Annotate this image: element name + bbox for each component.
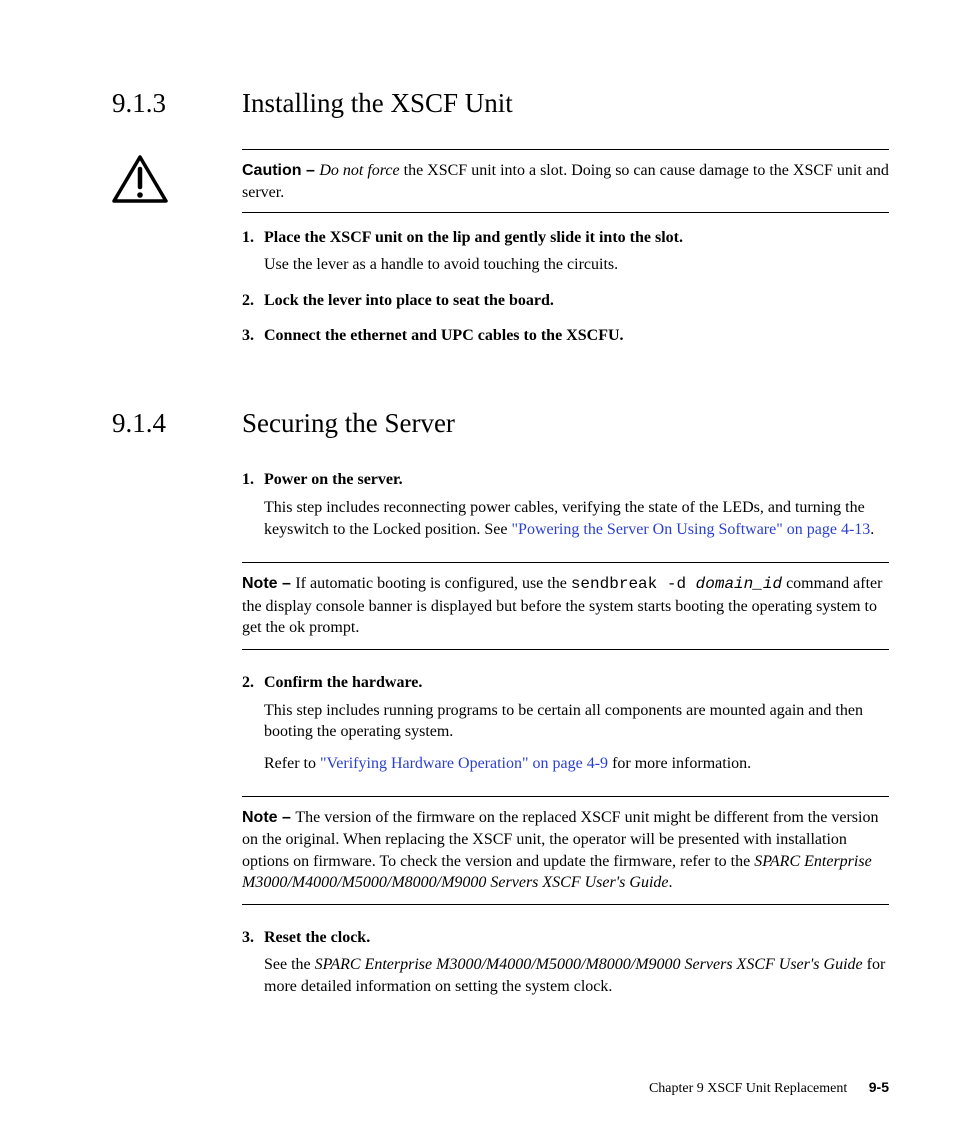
step-number: 1.	[242, 469, 254, 491]
note-label: Note –	[242, 575, 295, 592]
caution-icon	[112, 155, 168, 210]
step-text: See the	[264, 956, 315, 973]
step-title: Reset the clock.	[264, 929, 370, 946]
step-text-after: .	[870, 521, 874, 538]
step-number: 3.	[242, 927, 254, 949]
steps-914: 1. Power on the server. This step includ…	[242, 469, 889, 997]
caution-block: Caution – Do not force the XSCF unit int…	[112, 149, 889, 212]
note-label: Note –	[242, 809, 295, 826]
step-3: 3. Reset the clock.	[242, 927, 889, 949]
section-heading-913: 9.1.3 Installing the XSCF Unit	[112, 85, 889, 121]
document-reference: SPARC Enterprise M3000/M4000/M5000/M8000…	[315, 956, 863, 973]
caution-text-box: Caution – Do not force the XSCF unit int…	[242, 149, 889, 212]
cross-reference-link[interactable]: "Verifying Hardware Operation" on page 4…	[320, 755, 608, 772]
section-number: 9.1.3	[112, 85, 242, 121]
note-box-1: Note – If automatic booting is configure…	[242, 562, 889, 650]
step-1: 1. Power on the server.	[242, 469, 889, 491]
steps-913: 1. Place the XSCF unit on the lip and ge…	[242, 227, 889, 347]
step-body-2: Refer to "Verifying Hardware Operation" …	[264, 753, 889, 775]
step-text-after: for more information.	[608, 755, 751, 772]
step-title: Lock the lever into place to seat the bo…	[264, 292, 554, 309]
caution-emphasis: Do not force	[319, 162, 399, 179]
step-1: 1. Place the XSCF unit on the lip and ge…	[242, 227, 889, 249]
code-argument: domain_id	[686, 575, 782, 593]
footer-chapter: Chapter 9 XSCF Unit Replacement	[649, 1081, 847, 1096]
footer-page-number: 9-5	[869, 1079, 889, 1095]
step-title: Confirm the hardware.	[264, 674, 422, 691]
code-text: sendbreak -d	[571, 575, 686, 593]
step-body: Use the lever as a handle to avoid touch…	[264, 254, 889, 276]
page: 9.1.3 Installing the XSCF Unit Caution –…	[0, 0, 954, 998]
section-heading-914: 9.1.4 Securing the Server	[112, 405, 889, 441]
note-box-2: Note – The version of the firmware on th…	[242, 796, 889, 904]
cross-reference-link[interactable]: "Powering the Server On Using Software" …	[512, 521, 871, 538]
step-body: This step includes reconnecting power ca…	[264, 497, 889, 540]
step-title: Power on the server.	[264, 471, 403, 488]
section-number: 9.1.4	[112, 405, 242, 441]
step-text: Refer to	[264, 755, 320, 772]
note-text-after: .	[668, 874, 672, 891]
step-body: This step includes running programs to b…	[264, 700, 889, 743]
step-2: 2. Lock the lever into place to seat the…	[242, 290, 889, 312]
step-title: Connect the ethernet and UPC cables to t…	[264, 327, 624, 344]
step-number: 2.	[242, 672, 254, 694]
step-3: 3. Connect the ethernet and UPC cables t…	[242, 325, 889, 347]
step-2: 2. Confirm the hardware.	[242, 672, 889, 694]
section-title: Securing the Server	[242, 405, 455, 441]
step-body: See the SPARC Enterprise M3000/M4000/M50…	[264, 954, 889, 997]
step-number: 1.	[242, 227, 254, 249]
page-footer: Chapter 9 XSCF Unit Replacement 9-5	[649, 1078, 889, 1099]
caution-label: Caution –	[242, 162, 319, 179]
section-title: Installing the XSCF Unit	[242, 85, 513, 121]
step-number: 2.	[242, 290, 254, 312]
step-title: Place the XSCF unit on the lip and gentl…	[264, 229, 683, 246]
note-text: If automatic booting is configured, use …	[295, 575, 570, 592]
step-number: 3.	[242, 325, 254, 347]
